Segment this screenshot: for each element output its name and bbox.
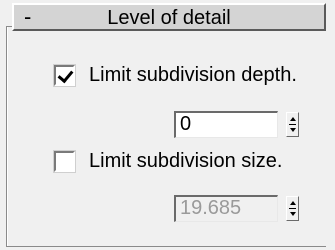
depth-spinner-arrows[interactable] — [286, 112, 299, 137]
limit-size-checkbox[interactable] — [53, 150, 76, 173]
limit-size-row: Limit subdivision size. — [53, 150, 282, 173]
limit-depth-label[interactable]: Limit subdivision depth. — [89, 64, 297, 87]
spinner-down-icon — [290, 212, 296, 216]
spinner-divider — [289, 208, 296, 209]
size-spinner-arrows[interactable] — [286, 196, 299, 221]
spinner-divider — [289, 124, 296, 125]
limit-depth-checkbox[interactable] — [53, 64, 76, 87]
rollout-header-button[interactable]: - Level of detail — [12, 3, 326, 31]
spinner-down-icon — [290, 128, 296, 132]
rollout-panel: - Level of detail Limit subdivision dept… — [0, 0, 335, 250]
limit-depth-row: Limit subdivision depth. — [53, 64, 297, 87]
size-spinner-input[interactable]: 19.685 — [174, 195, 278, 222]
panel-border-highlight — [7, 26, 8, 246]
depth-spinner-input[interactable]: 0 — [174, 111, 278, 138]
limit-size-label[interactable]: Limit subdivision size. — [89, 150, 282, 173]
panel-border-bottom — [6, 246, 326, 247]
spinner-up-icon — [290, 117, 296, 121]
spinner-up-icon — [290, 201, 296, 205]
rollout-title: Level of detail — [107, 7, 231, 29]
